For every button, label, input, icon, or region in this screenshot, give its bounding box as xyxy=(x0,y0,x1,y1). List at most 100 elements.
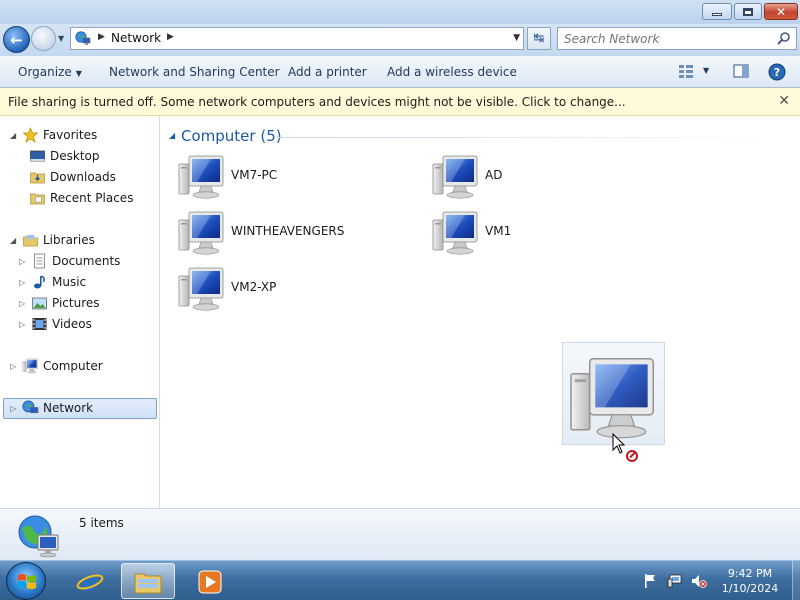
recent-pages-dropdown[interactable]: ▼ xyxy=(58,34,67,43)
computer-item[interactable]: WINTHEAVENGERS xyxy=(177,210,417,258)
documents-icon xyxy=(34,253,45,269)
no-drop-icon xyxy=(626,450,638,462)
network-sharing-center-button[interactable]: Network and Sharing Center xyxy=(109,65,280,79)
system-clock[interactable]: 9:42 PM 1/10/2024 xyxy=(712,566,788,596)
computer-icon xyxy=(431,210,481,256)
network-tray-icon[interactable] xyxy=(667,573,683,589)
volume-muted-icon[interactable] xyxy=(691,573,707,589)
back-button[interactable]: ← xyxy=(3,26,30,53)
forward-button[interactable] xyxy=(31,26,56,51)
collapse-arrow-icon[interactable]: ◢ xyxy=(169,131,175,140)
view-dropdown-icon[interactable]: ▼ xyxy=(703,66,709,75)
svg-text:e: e xyxy=(82,568,97,594)
windows-explorer-button[interactable] xyxy=(121,563,175,599)
sidebar-item-music[interactable]: ▷ Music xyxy=(19,272,86,292)
computer-icon xyxy=(177,154,227,200)
help-icon[interactable]: ? xyxy=(768,63,786,81)
computer-name: VM2-XP xyxy=(231,280,277,294)
media-player-icon xyxy=(198,570,222,594)
sidebar-item-favorites[interactable]: ◢ Favorites xyxy=(10,125,97,145)
sidebar-item-label: Music xyxy=(52,275,87,289)
breadcrumb-network[interactable]: Network xyxy=(111,31,161,45)
expand-arrow-icon[interactable]: ▷ xyxy=(19,257,29,266)
preview-pane-icon[interactable] xyxy=(733,63,749,79)
expand-arrow-icon[interactable]: ◢ xyxy=(10,131,20,140)
start-button[interactable] xyxy=(6,562,46,600)
close-icon[interactable]: ✕ xyxy=(778,93,790,109)
sidebar-item-computer[interactable]: ▷ Computer xyxy=(10,356,103,376)
computer-icon xyxy=(177,210,227,256)
expand-arrow-icon[interactable]: ▷ xyxy=(10,404,20,413)
sidebar-item-pictures[interactable]: ▷ Pictures xyxy=(19,293,100,313)
downloads-folder-icon xyxy=(30,172,45,184)
sidebar-item-downloads[interactable]: Downloads xyxy=(29,167,116,187)
clock-time: 9:42 PM xyxy=(727,567,773,580)
expand-arrow-icon[interactable]: ◢ xyxy=(10,236,20,245)
close-button[interactable]: ✕ xyxy=(764,3,798,20)
chevron-down-icon: ▼ xyxy=(75,69,82,78)
sidebar-item-label: Favorites xyxy=(43,128,98,142)
computer-icon xyxy=(567,355,661,441)
computer-icon xyxy=(177,266,227,312)
sidebar-item-desktop[interactable]: Desktop xyxy=(29,146,100,166)
search-box[interactable] xyxy=(557,27,797,50)
desktop-icon xyxy=(30,150,45,162)
computer-name: WINTHEAVENGERS xyxy=(231,224,345,238)
address-dropdown-icon[interactable]: ▼ xyxy=(513,33,520,43)
breadcrumb-arrow-icon[interactable]: ▶ xyxy=(167,32,174,42)
folder-icon xyxy=(134,573,162,594)
libraries-icon xyxy=(23,235,38,247)
infobar-message[interactable]: File sharing is turned off. Some network… xyxy=(8,95,626,109)
computer-item[interactable]: VM1 xyxy=(431,210,671,258)
add-wireless-device-button[interactable]: Add a wireless device xyxy=(387,65,517,79)
expand-arrow-icon[interactable]: ▷ xyxy=(19,278,29,287)
sidebar-item-recent-places[interactable]: Recent Places xyxy=(29,188,133,208)
address-row: ← ▼ ▶ Network ▶ ▼ ↹ xyxy=(0,24,800,56)
search-input[interactable] xyxy=(564,31,764,47)
organize-label: Organize xyxy=(18,65,72,79)
sidebar-item-label: Downloads xyxy=(50,170,116,184)
restore-button[interactable] xyxy=(734,3,762,20)
expand-arrow-icon[interactable]: ▷ xyxy=(19,320,29,329)
music-icon xyxy=(34,275,45,289)
sidebar-item-documents[interactable]: ▷ Documents xyxy=(19,251,120,271)
action-center-flag-icon[interactable] xyxy=(642,573,658,589)
clock-date: 1/10/2024 xyxy=(721,582,779,595)
network-icon xyxy=(22,400,39,414)
close-icon: ✕ xyxy=(775,4,787,19)
computer-item[interactable]: AD xyxy=(431,154,671,202)
expand-arrow-icon[interactable]: ▷ xyxy=(10,362,20,371)
title-bar: ✕ xyxy=(0,0,800,24)
sidebar-item-label: Recent Places xyxy=(50,191,134,205)
internet-explorer-button[interactable]: e xyxy=(64,563,118,599)
organize-menu[interactable]: Organize ▼ xyxy=(18,65,82,79)
sidebar-item-label: Pictures xyxy=(52,296,100,310)
refresh-button[interactable]: ↹ xyxy=(527,27,551,50)
sidebar-item-network[interactable]: ▷ Network xyxy=(10,398,93,418)
sidebar-item-libraries[interactable]: ◢ Libraries xyxy=(10,230,95,250)
show-desktop-button[interactable] xyxy=(792,561,800,600)
videos-icon xyxy=(32,318,47,330)
address-bar[interactable]: ▶ Network ▶ ▼ xyxy=(70,27,524,50)
taskbar: e 9:42 PM 1/10/2024 xyxy=(0,560,800,600)
add-printer-button[interactable]: Add a printer xyxy=(288,65,367,79)
file-sharing-infobar[interactable]: File sharing is turned off. Some network… xyxy=(0,88,800,116)
sidebar-item-label: Computer xyxy=(43,359,103,373)
view-options-icon[interactable] xyxy=(678,63,694,79)
expand-arrow-icon[interactable]: ▷ xyxy=(19,299,29,308)
sidebar-item-videos[interactable]: ▷ Videos xyxy=(19,314,92,334)
computer-item[interactable]: VM2-XP xyxy=(177,266,417,314)
breadcrumb-arrow-icon[interactable]: ▶ xyxy=(98,32,105,42)
computer-name: VM1 xyxy=(485,224,512,238)
navigation-pane: ◢ Favorites Desktop Downloads Recent Pla… xyxy=(0,116,160,508)
network-icon xyxy=(75,31,91,45)
computer-icon xyxy=(431,154,481,200)
minimize-button[interactable] xyxy=(702,3,732,20)
mouse-cursor-icon xyxy=(612,433,626,454)
search-icon[interactable] xyxy=(776,31,792,47)
computer-item[interactable]: VM7-PC xyxy=(177,154,417,202)
content-pane: ◢ Computer (5) VM7-PC AD WINTHEAVENGERS … xyxy=(161,116,800,508)
group-divider xyxy=(277,137,789,138)
media-player-button[interactable] xyxy=(183,563,237,599)
group-header-computer[interactable]: ◢ Computer (5) xyxy=(169,126,799,146)
